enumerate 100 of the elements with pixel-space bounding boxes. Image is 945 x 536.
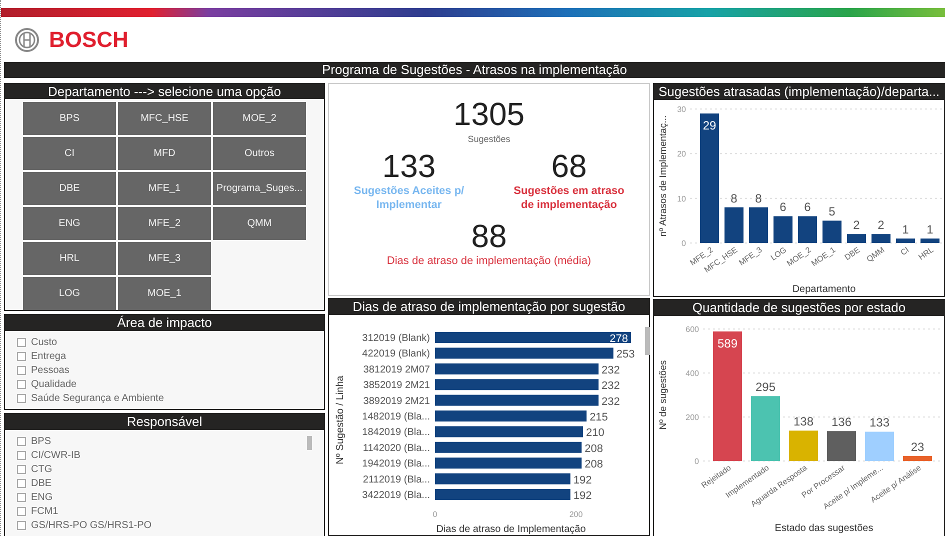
panel-title: Área de impacto <box>5 315 324 331</box>
checkbox[interactable] <box>17 478 26 488</box>
kpi-value: 1305 <box>453 96 525 132</box>
department-button[interactable]: MOE_2 <box>213 102 306 135</box>
category-label: 3422019 (Bla... <box>362 490 430 501</box>
checkbox-label: BPS <box>31 434 52 448</box>
tick-label: 0 <box>432 510 438 519</box>
bar <box>798 216 817 243</box>
data-label: 133 <box>869 416 890 430</box>
axis-title: Nº de sugestões <box>658 360 669 430</box>
checkbox[interactable] <box>17 394 26 402</box>
category-label: 3852019 2M21 <box>363 380 430 392</box>
department-button[interactable]: ENG <box>23 207 116 240</box>
bar <box>903 456 932 461</box>
data-label: 8 <box>755 191 762 206</box>
scrollbar[interactable] <box>307 436 312 450</box>
data-label: 278 <box>610 333 628 345</box>
data-label: 1 <box>926 222 934 237</box>
checkbox[interactable] <box>17 352 26 360</box>
category-label: 3892019 2M21 <box>363 396 430 407</box>
category-label: HRL <box>916 245 936 262</box>
kpi-value: 88 <box>471 218 507 254</box>
bar <box>724 207 744 243</box>
department-button[interactable]: MFC_HSE <box>118 102 211 135</box>
bar <box>822 220 842 243</box>
checkbox[interactable] <box>17 506 26 516</box>
scrollbar[interactable] <box>645 327 650 355</box>
checkbox-label: Custo <box>31 336 58 350</box>
data-label: 253 <box>616 348 635 361</box>
axis-title: Dias de atraso de Implementação <box>436 524 586 535</box>
checkbox-label: GS/HRS-PO GS/HRS1-PO <box>31 518 152 532</box>
data-label: 6 <box>804 200 811 214</box>
data-label: 29 <box>702 118 716 132</box>
department-button[interactable]: BPS <box>23 102 116 135</box>
tick-label: 200 <box>686 413 699 422</box>
data-label: 232 <box>602 380 620 392</box>
department-button[interactable]: MFE_1 <box>118 172 211 205</box>
category-label: 312019 (Blank) <box>362 333 430 344</box>
checkbox[interactable] <box>17 520 26 530</box>
panel-title: Responsável <box>5 414 324 430</box>
kpi-label: Dias de atraso de implementação (média) <box>386 254 592 268</box>
panel-title: Dias de atraso de implementação por sugestão <box>329 299 649 315</box>
category-label: LOG <box>769 245 788 262</box>
data-label: 210 <box>586 427 604 440</box>
kpi-label: Sugestões <box>468 133 510 146</box>
bar <box>920 238 940 243</box>
data-label: 192 <box>573 490 592 502</box>
bar <box>847 234 866 243</box>
checkbox[interactable] <box>17 436 26 446</box>
department-button[interactable]: CI <box>23 137 116 170</box>
data-label: 589 <box>717 336 738 350</box>
data-label: 138 <box>793 414 814 429</box>
department-button[interactable]: Programa_Suges... <box>213 172 306 205</box>
category-label: 3812019 2M07 <box>363 364 430 376</box>
department-button[interactable]: MOE_1 <box>118 277 211 310</box>
checkbox[interactable] <box>17 450 26 460</box>
category-label: 2112019 (Bla... <box>362 474 430 486</box>
checkbox-label: Qualidade <box>31 378 77 392</box>
department-button[interactable]: DBE <box>23 172 116 205</box>
category-label: CI <box>898 245 911 258</box>
data-label: 2 <box>853 218 860 232</box>
department-button[interactable]: LOG <box>23 277 116 310</box>
checkbox[interactable] <box>17 366 26 374</box>
data-label: 2 <box>878 218 884 232</box>
tick-label: 10 <box>677 194 686 204</box>
data-label: 8 <box>730 191 738 206</box>
data-label: 295 <box>755 380 776 394</box>
tick-label: 400 <box>686 369 699 378</box>
checkbox[interactable] <box>17 464 26 474</box>
checkbox-label: FCM1 <box>31 504 58 518</box>
panel-title: Quantidade de sugestões por estado <box>654 300 944 316</box>
checkbox[interactable] <box>17 380 26 388</box>
department-button[interactable]: MFE_2 <box>118 207 211 240</box>
tick-label: 0 <box>694 457 699 466</box>
kpi-label: Sugestões em atraso de implementação <box>512 184 626 212</box>
department-button[interactable]: HRL <box>23 242 116 275</box>
data-label: 5 <box>828 204 836 219</box>
tick-label: 20 <box>677 150 686 159</box>
logo-icon <box>15 28 39 52</box>
bar <box>749 207 768 243</box>
data-label: 232 <box>602 364 620 376</box>
checkbox-label: Pessoas <box>31 364 70 378</box>
bar <box>827 431 856 461</box>
kpi-value: 133 <box>382 148 436 184</box>
checkbox[interactable] <box>17 492 26 502</box>
data-label: 208 <box>584 458 603 471</box>
checkbox-label: DBE <box>31 476 52 490</box>
data-label: 1 <box>902 222 909 237</box>
checkbox[interactable] <box>17 338 26 346</box>
data-label: 215 <box>590 412 608 424</box>
axis-title: Departamento <box>792 284 856 295</box>
department-button[interactable]: Outros <box>213 137 306 170</box>
checkbox-label: CI/CWR-IB <box>31 448 80 462</box>
tick-label: 200 <box>569 510 583 519</box>
department-button[interactable]: MFD <box>118 137 211 170</box>
department-button[interactable]: QMM <box>213 207 306 240</box>
checkbox-label: CTG <box>31 462 52 476</box>
category-label: 1842019 (Bla... <box>362 427 430 438</box>
bar <box>872 234 890 243</box>
department-button[interactable]: MFE_3 <box>118 242 211 275</box>
